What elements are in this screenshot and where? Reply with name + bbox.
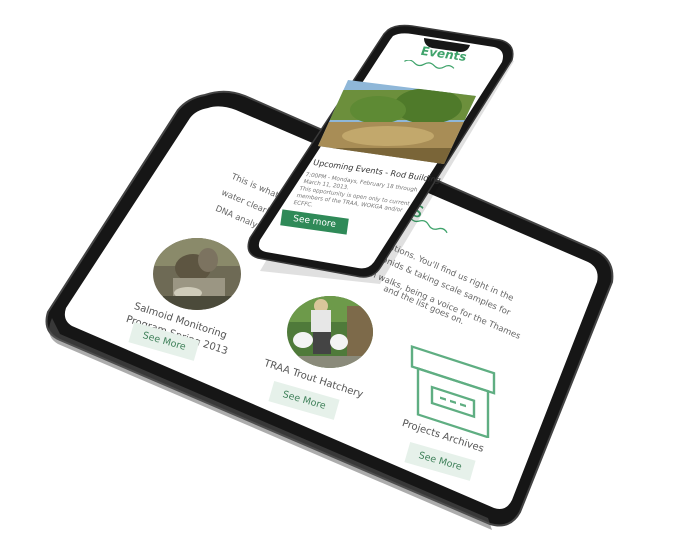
heading-wave-decoration [400,218,448,234]
trout-hatchery-photo [287,296,373,368]
salmon-monitoring-photo [153,238,241,310]
tablet-device: This is what w water clearing sl DNA ana… [0,0,700,556]
tablet-content: This is what w water clearing sl DNA ana… [0,0,700,556]
